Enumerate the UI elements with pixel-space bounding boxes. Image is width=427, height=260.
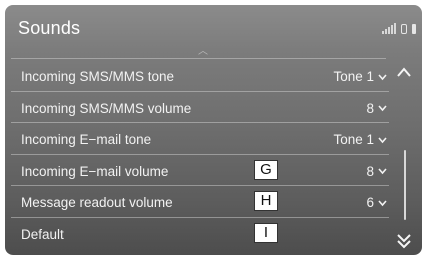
page-title: Sounds: [18, 18, 81, 38]
setting-incoming-email-tone[interactable]: Incoming E−mail tone Tone 1: [11, 123, 389, 155]
setting-value: 8: [366, 163, 374, 179]
chevron-down-icon: [378, 200, 387, 207]
chevron-down-icon: [378, 105, 387, 112]
callout-label-i: I: [254, 222, 278, 243]
more-above-indicator-icon: ︿: [198, 46, 208, 57]
setting-incoming-email-volume[interactable]: Incoming E−mail volume G 8: [11, 155, 389, 187]
setting-incoming-sms-mms-volume[interactable]: Incoming SMS/MMS volume 8: [11, 92, 389, 124]
default-label: Default: [21, 226, 64, 242]
setting-value: Tone 1: [333, 69, 374, 84]
battery-icon: [412, 24, 416, 34]
setting-value-dropdown[interactable]: 6: [366, 195, 387, 210]
scroll-up-icon[interactable]: [396, 65, 412, 81]
sounds-screen: Sounds ︿ Incoming SMS/MMS tone Tone 1 In…: [5, 5, 422, 255]
phone-icon: [401, 24, 407, 34]
setting-value: Tone 1: [333, 132, 374, 148]
setting-label: Incoming E−mail tone: [21, 132, 152, 148]
setting-value-dropdown[interactable]: 8: [366, 164, 387, 179]
status-bar: [382, 20, 416, 34]
settings-list: Incoming SMS/MMS tone Tone 1 Incoming SM…: [11, 60, 389, 250]
scrollbar[interactable]: [404, 150, 406, 220]
setting-label: Incoming SMS/MMS tone: [21, 69, 175, 84]
setting-message-readout-volume[interactable]: Message readout volume H 6: [11, 186, 389, 218]
chevron-down-icon: [378, 73, 387, 80]
callout-label-g: G: [254, 159, 278, 180]
header-divider: [11, 58, 386, 59]
signal-strength-icon: [382, 23, 396, 34]
setting-label: Incoming SMS/MMS volume: [21, 100, 192, 116]
setting-incoming-sms-mms-tone[interactable]: Incoming SMS/MMS tone Tone 1: [11, 60, 389, 92]
default-button[interactable]: Default I: [11, 218, 389, 250]
callout-label-h: H: [254, 191, 278, 212]
scroll-down-icon[interactable]: [396, 232, 412, 250]
setting-label: Message readout volume: [21, 195, 173, 211]
setting-value: 8: [366, 100, 374, 116]
setting-value: 6: [366, 195, 374, 211]
setting-value-dropdown[interactable]: Tone 1: [333, 69, 387, 84]
setting-value-dropdown[interactable]: Tone 1: [333, 132, 387, 147]
chevron-down-icon: [378, 168, 387, 175]
setting-label: Incoming E−mail volume: [21, 163, 169, 179]
setting-value-dropdown[interactable]: 8: [366, 101, 387, 116]
chevron-down-icon: [378, 137, 387, 143]
